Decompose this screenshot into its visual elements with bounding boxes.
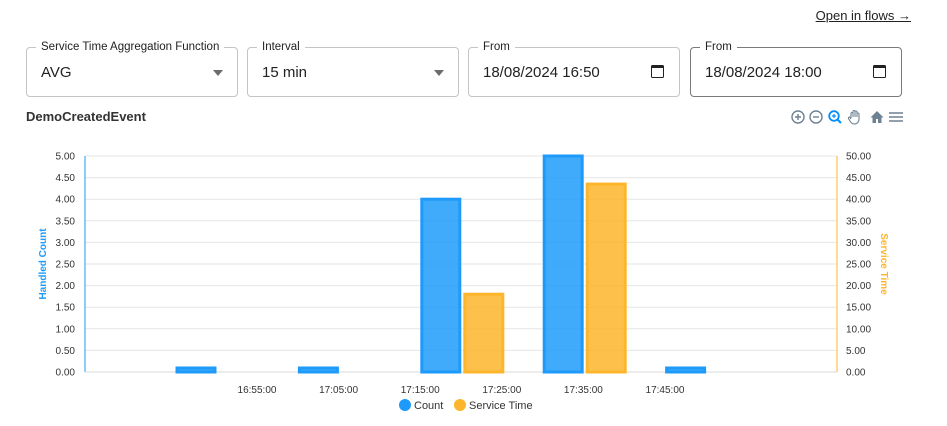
interval-select[interactable]: Interval 15 min — [247, 40, 459, 97]
y-left-tick-label: 1.00 — [56, 324, 76, 335]
bar-service-time — [585, 182, 627, 374]
from-label-2: From — [700, 40, 737, 54]
x-tick-label: 17:15:00 — [401, 385, 440, 396]
y-left-tick-label: 2.50 — [56, 260, 76, 271]
interval-value: 15 min — [262, 64, 308, 81]
from-value: 18/08/2024 16:50 — [483, 64, 600, 81]
legend-marker — [399, 399, 411, 411]
y-right-tick-label: 45.00 — [846, 173, 871, 184]
legend-marker — [454, 399, 466, 411]
y-left-tick-label: 4.00 — [56, 195, 76, 206]
zoom-in-icon[interactable] — [790, 108, 806, 126]
y-left-tick-label: 4.50 — [56, 173, 76, 184]
y-right-axis-title: Service Time — [878, 233, 889, 295]
zoom-out-icon[interactable] — [808, 108, 824, 126]
y-left-tick-label: 1.50 — [56, 303, 76, 314]
y-left-tick-label: 5.00 — [56, 152, 76, 163]
x-tick-label: 17:25:00 — [482, 385, 521, 396]
y-right-tick-label: 40.00 — [846, 195, 871, 206]
bar-count — [297, 366, 339, 374]
y-right-tick-label: 35.00 — [846, 216, 871, 227]
x-tick-label: 16:55:00 — [238, 385, 277, 396]
chart-toolbar — [790, 108, 906, 126]
bar-service-time — [463, 292, 505, 374]
bar-count — [665, 366, 707, 374]
y-right-tick-label: 25.00 — [846, 260, 871, 271]
chevron-down-icon — [213, 70, 223, 76]
x-tick-label: 17:35:00 — [564, 385, 603, 396]
y-right-tick-label: 15.00 — [846, 303, 871, 314]
aggregation-select[interactable]: Service Time Aggregation Function AVG — [26, 40, 238, 97]
home-reset-icon[interactable] — [869, 108, 885, 126]
menu-icon[interactable] — [888, 108, 904, 126]
y-right-tick-label: 50.00 — [846, 152, 871, 163]
bar-count — [542, 154, 584, 374]
interval-label: Interval — [257, 40, 305, 54]
bar-count — [175, 366, 217, 374]
y-left-tick-label: 0.50 — [56, 346, 76, 357]
zoom-selection-icon[interactable] — [827, 108, 843, 126]
y-left-tick-label: 3.00 — [56, 238, 76, 249]
chart-title: DemoCreatedEvent — [26, 109, 146, 124]
bar-count — [420, 197, 462, 374]
aggregation-label: Service Time Aggregation Function — [36, 40, 225, 54]
calendar-icon[interactable] — [651, 65, 664, 78]
open-in-flows-link[interactable]: Open in flows → — [816, 8, 911, 23]
y-left-tick-label: 0.00 — [56, 368, 76, 379]
y-left-tick-label: 2.00 — [56, 281, 76, 292]
y-right-tick-label: 30.00 — [846, 238, 871, 249]
y-left-tick-label: 3.50 — [56, 216, 76, 227]
chevron-down-icon — [434, 70, 444, 76]
aggregation-value: AVG — [41, 64, 72, 81]
y-right-tick-label: 5.00 — [846, 346, 866, 357]
y-right-tick-label: 10.00 — [846, 324, 871, 335]
from-value-2: 18/08/2024 18:00 — [705, 64, 822, 81]
from-label: From — [478, 40, 515, 54]
x-tick-label: 17:45:00 — [646, 385, 685, 396]
y-right-tick-label: 0.00 — [846, 368, 866, 379]
legend-label: Count — [414, 400, 443, 412]
y-right-tick-label: 20.00 — [846, 281, 871, 292]
pan-hand-icon[interactable] — [847, 108, 863, 126]
from-datetime-input-2[interactable]: From 18/08/2024 18:00 — [690, 40, 902, 97]
from-datetime-input[interactable]: From 18/08/2024 16:50 — [468, 40, 680, 97]
calendar-icon[interactable] — [873, 65, 886, 78]
legend-label: Service Time — [469, 400, 533, 412]
bar-chart: 0.00 0.50 1.00 1.50 2.00 2.50 3.00 3.50 4.00 4.50… — [38, 152, 889, 413]
x-tick-label: 17:05:00 — [319, 385, 358, 396]
y-left-axis-title: Handled Count — [38, 228, 49, 300]
